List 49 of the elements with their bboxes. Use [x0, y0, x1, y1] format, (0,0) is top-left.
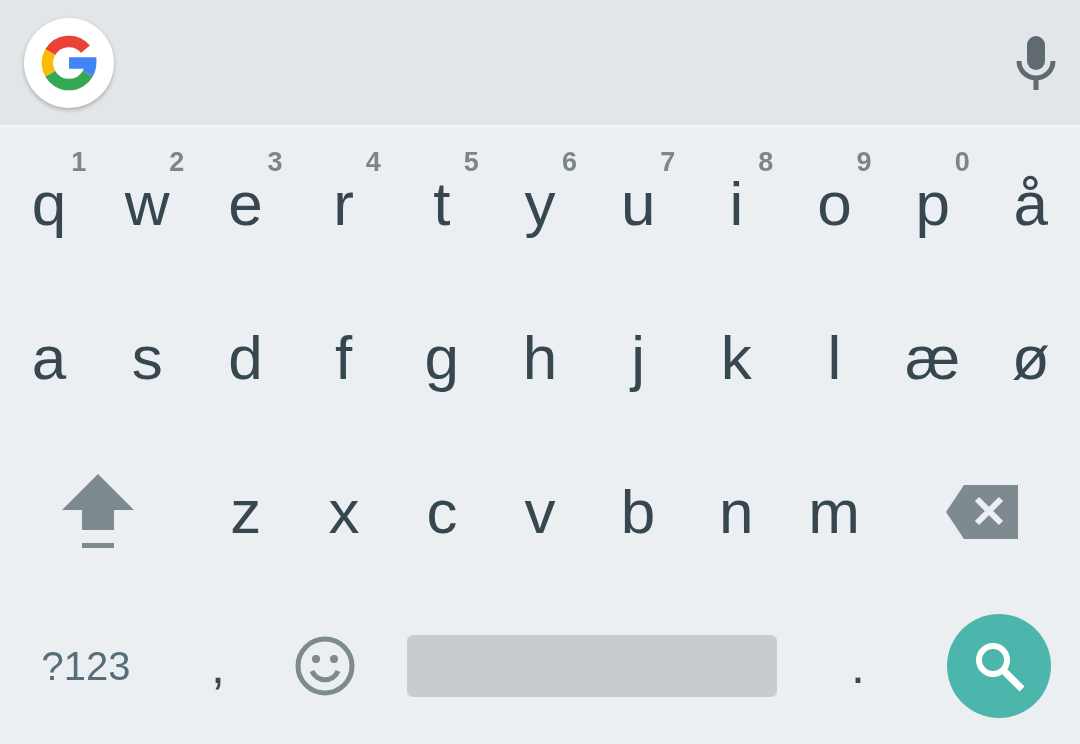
letter-key[interactable]: s	[98, 281, 197, 435]
letter-key[interactable]: æ	[883, 281, 982, 435]
google-button[interactable]	[24, 17, 114, 108]
number-hint: 3	[267, 149, 283, 176]
letter-key[interactable]: e 3	[196, 127, 295, 281]
number-hint: 0	[954, 149, 970, 176]
letter-key[interactable]: r 4	[294, 127, 393, 281]
number-hint: 9	[856, 149, 872, 176]
letter-key[interactable]: ø	[981, 281, 1080, 435]
letter-key[interactable]: p 0	[883, 127, 982, 281]
letter-key[interactable]: n	[687, 435, 786, 589]
letter-key[interactable]: z	[196, 435, 295, 589]
symbols-key[interactable]: ?123	[0, 589, 172, 743]
number-hint: 8	[758, 149, 774, 176]
letter-key[interactable]: v	[490, 435, 590, 589]
number-hint: 1	[71, 149, 87, 176]
number-hint: 5	[463, 149, 479, 176]
letter-key[interactable]: t 5	[392, 127, 491, 281]
smiley-icon[interactable]	[294, 635, 356, 697]
letter-key[interactable]: å	[981, 127, 1080, 281]
backspace-icon[interactable]	[945, 485, 1018, 539]
number-hint: 4	[365, 149, 381, 176]
letter-key[interactable]: j	[589, 281, 688, 435]
letter-key[interactable]: g	[392, 281, 491, 435]
number-hint: 7	[660, 149, 676, 176]
voice-input-button[interactable]	[1016, 35, 1056, 90]
letter-key[interactable]: o 9	[785, 127, 884, 281]
letter-key[interactable]: f	[294, 281, 393, 435]
letter-key[interactable]: y 6	[490, 127, 590, 281]
letter-key[interactable]: c	[392, 435, 491, 589]
letter-key[interactable]: q 1	[0, 127, 99, 281]
letter-key[interactable]: k	[687, 281, 786, 435]
letter-key[interactable]: m	[785, 435, 884, 589]
number-hint: 2	[169, 149, 185, 176]
letter-key[interactable]: w 2	[98, 127, 197, 281]
number-hint: 6	[562, 149, 578, 176]
microphone-icon	[1016, 35, 1056, 90]
letter-key[interactable]: b	[589, 435, 688, 589]
letter-key[interactable]: l	[785, 281, 884, 435]
letter-key[interactable]: i 8	[687, 127, 786, 281]
period-key[interactable]: .	[798, 589, 918, 743]
letter-key[interactable]: d	[196, 281, 295, 435]
comma-key[interactable]: ,	[172, 589, 264, 743]
letter-key[interactable]: h	[490, 281, 590, 435]
google-logo-icon	[41, 34, 97, 91]
letter-key[interactable]: a	[0, 281, 99, 435]
letter-key[interactable]: x	[294, 435, 393, 589]
shift-icon[interactable]	[62, 474, 135, 550]
letter-key[interactable]: u 7	[589, 127, 688, 281]
